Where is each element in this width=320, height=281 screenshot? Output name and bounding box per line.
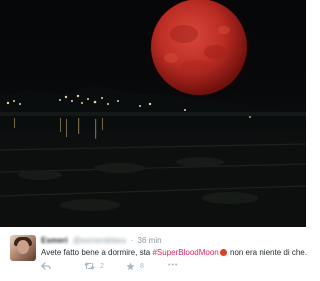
tweet-actions: 2 8 ••• <box>41 262 241 274</box>
reply-button[interactable] <box>41 262 51 270</box>
avatar[interactable] <box>10 235 36 261</box>
tweet-text: Avete fatto bene a dormire, sta #SuperBl… <box>41 248 307 257</box>
more-icon: ••• <box>168 262 179 269</box>
tweet-text-after: non era niente di che. <box>227 248 307 257</box>
like-count: 8 <box>140 263 144 270</box>
night-lake-scene <box>0 0 306 227</box>
retweet-button[interactable]: 2 <box>84 262 104 270</box>
avatar-face <box>17 240 29 254</box>
user-handle[interactable]: @esmeraldaxx <box>73 236 126 245</box>
tweet-timestamp[interactable]: 36 min <box>138 236 162 245</box>
like-button[interactable]: 8 <box>126 262 144 271</box>
tweet-photo[interactable] <box>0 0 306 227</box>
tweet-text-before: Avete fatto bene a dormire, sta <box>41 248 153 257</box>
retweet-count: 2 <box>100 262 104 270</box>
separator-dot: · <box>130 236 134 245</box>
user-display-name[interactable]: Esmeri <box>41 236 68 245</box>
tweet: Esmeri @esmeraldaxx · 36 min Avete fatto… <box>0 227 307 281</box>
tweet-header: Esmeri @esmeraldaxx · 36 min <box>41 236 162 247</box>
blood-moon <box>151 0 247 95</box>
reply-icon <box>41 262 51 270</box>
more-button[interactable]: ••• <box>168 262 178 269</box>
hashtag-link[interactable]: #SuperBloodMoon <box>152 248 218 257</box>
star-icon <box>126 262 135 271</box>
retweet-icon <box>84 262 95 270</box>
full-moon-emoji-icon <box>219 249 227 256</box>
